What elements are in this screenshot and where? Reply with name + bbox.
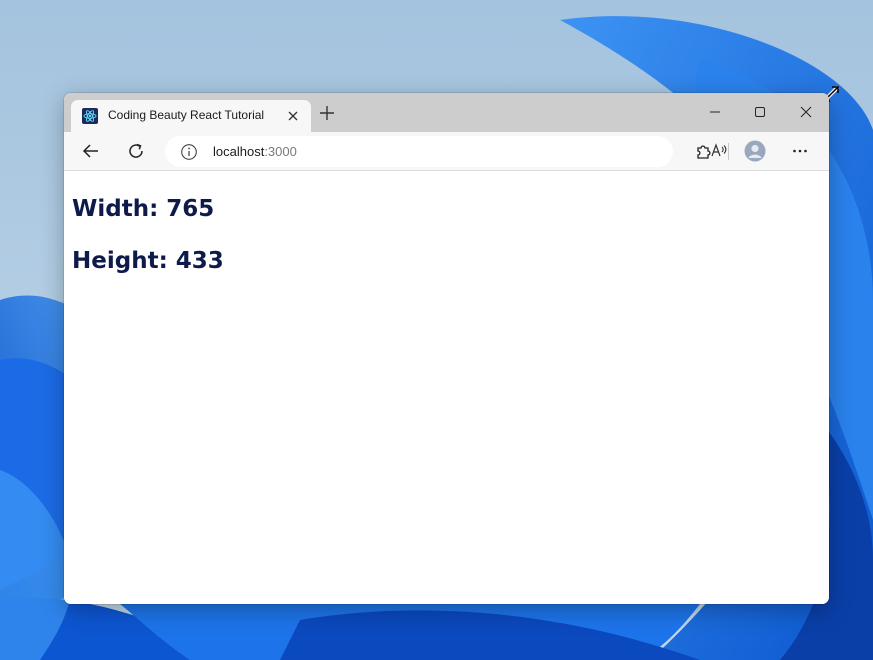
address-bar[interactable]: localhost:3000 bbox=[165, 136, 764, 167]
url-port: :3000 bbox=[264, 144, 297, 159]
browser-window: Coding Beauty React Tutorial localhost:3… bbox=[64, 93, 829, 604]
profile-avatar[interactable] bbox=[744, 140, 766, 162]
tab-coding-beauty[interactable]: Coding Beauty React Tutorial bbox=[71, 100, 311, 132]
back-arrow-icon[interactable] bbox=[81, 141, 101, 161]
info-icon[interactable] bbox=[180, 143, 198, 161]
width-heading: Width: 765 bbox=[72, 196, 215, 222]
tab-title: Coding Beauty React Tutorial bbox=[108, 108, 265, 122]
more-icon[interactable] bbox=[790, 141, 810, 161]
new-tab-icon[interactable] bbox=[318, 104, 336, 122]
refresh-icon[interactable] bbox=[126, 141, 146, 161]
toolbar-divider bbox=[728, 143, 729, 160]
minimize-icon[interactable] bbox=[704, 101, 726, 123]
tab-strip: Coding Beauty React Tutorial bbox=[64, 93, 829, 132]
maximize-icon[interactable] bbox=[749, 101, 771, 123]
react-logo-icon bbox=[82, 108, 98, 124]
close-tab-icon[interactable] bbox=[285, 108, 301, 124]
close-window-icon[interactable] bbox=[795, 101, 817, 123]
url-host: localhost bbox=[213, 144, 265, 159]
page-content: Width: 765 Height: 433 bbox=[64, 171, 829, 604]
browser-toolbar: localhost:3000 bbox=[64, 132, 829, 171]
extensions-icon[interactable] bbox=[694, 141, 714, 161]
height-heading: Height: 433 bbox=[72, 248, 224, 274]
url-text[interactable]: localhost:3000 bbox=[213, 144, 297, 159]
